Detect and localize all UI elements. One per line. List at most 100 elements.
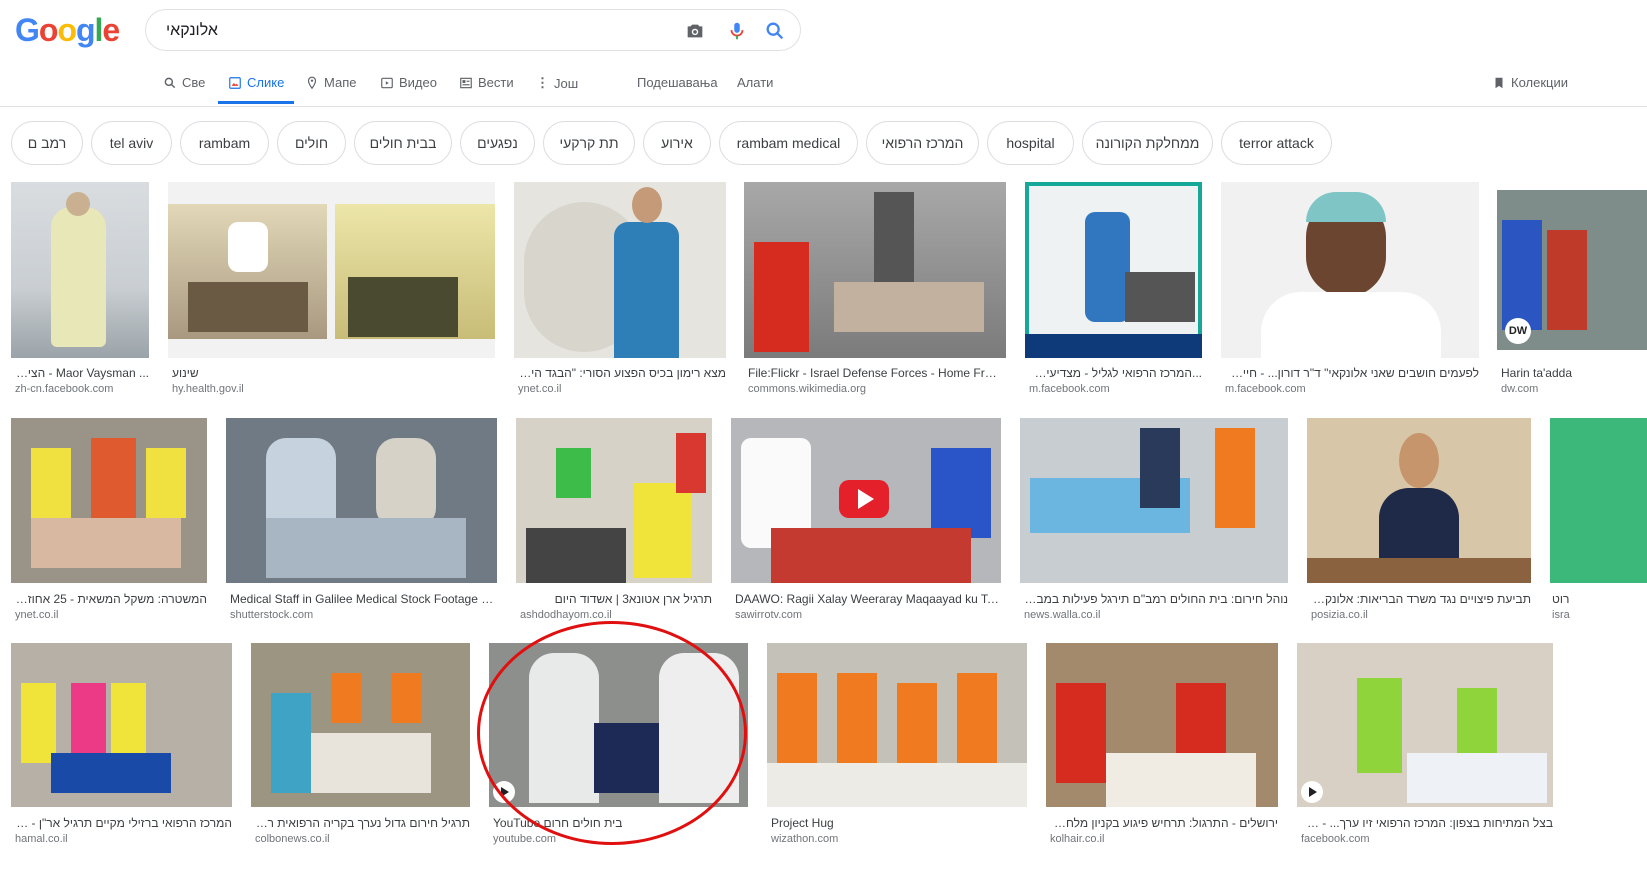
result-thumbnail[interactable] xyxy=(1307,418,1531,583)
tab-images[interactable]: Слике xyxy=(228,75,284,90)
result-caption: המשטרה: משקל המשאית - 25 אחוז מ... xyxy=(15,592,207,606)
image-result[interactable]: המרכז הרפואי ברזילי מקיים תרגיל אר"ן - ת… xyxy=(11,643,232,849)
tab-settings[interactable]: Подешавања xyxy=(637,75,718,90)
chip[interactable]: חולים xyxy=(277,121,346,165)
chip[interactable]: אירוע xyxy=(643,121,711,165)
result-source: commons.wikimedia.org xyxy=(748,383,866,395)
chip[interactable]: המרכז הרפואי xyxy=(866,121,979,165)
image-result[interactable]: בצל המתיחות בצפון: המרכז הרפואי זיו ערך.… xyxy=(1297,643,1553,849)
image-result[interactable]: Project Hug wizathon.com xyxy=(767,643,1027,849)
result-thumbnail[interactable] xyxy=(744,182,1006,358)
chip[interactable]: רמב ם xyxy=(11,121,83,165)
result-source: news.walla.co.il xyxy=(1024,609,1101,621)
image-result[interactable]: Medical Staff in Galilee Medical Stock F… xyxy=(226,418,497,624)
image-result[interactable]: תרגיל ארן אטונא3 | אשדוד היום ashdodhayo… xyxy=(516,418,712,624)
result-thumbnail[interactable] xyxy=(11,182,149,358)
tab-label: Вести xyxy=(478,75,514,90)
image-result[interactable]: ... Maor Vaysman - הציבור zh-cn.facebook… xyxy=(11,182,149,398)
result-caption: DAAWO: Ragii Xalay Weeraray Maqaayad ku … xyxy=(735,592,1001,606)
result-caption: Medical Staff in Galilee Medical Stock F… xyxy=(230,592,497,606)
image-result[interactable]: רוט isra xyxy=(1550,418,1647,624)
result-thumbnail[interactable] xyxy=(1020,418,1288,583)
result-caption: המרכז הרפואי ברזילי מקיים תרגיל אר"ן - ת… xyxy=(15,816,232,830)
tab-video[interactable]: Видео xyxy=(380,75,437,90)
tab-maps[interactable]: Мапе xyxy=(305,75,356,90)
tab-label: Слике xyxy=(247,75,285,90)
result-source: posizia.co.il xyxy=(1311,609,1368,621)
chip[interactable]: rambam medical xyxy=(719,121,858,165)
chip[interactable]: tel aviv xyxy=(91,121,172,165)
more-icon: ⋮ xyxy=(536,75,549,90)
result-thumbnail[interactable] xyxy=(767,643,1027,807)
image-icon xyxy=(229,76,241,89)
tab-label: Још xyxy=(554,75,579,91)
result-source: ashdodhayom.co.il xyxy=(520,609,612,621)
search-input[interactable] xyxy=(164,18,668,44)
chip[interactable]: נפגעים xyxy=(460,121,535,165)
tab-all[interactable]: Све xyxy=(163,75,205,90)
tab-tools[interactable]: Алати xyxy=(737,75,773,90)
google-logo[interactable]: Google xyxy=(15,12,120,49)
image-result[interactable]: DW Harin ta'adda dw.com xyxy=(1497,182,1647,398)
microphone-icon[interactable] xyxy=(726,20,748,42)
result-thumbnail[interactable] xyxy=(11,418,207,583)
bookmark-icon xyxy=(1495,77,1503,88)
search-icon[interactable] xyxy=(764,20,786,42)
chip[interactable]: תת קרקעי xyxy=(543,121,635,165)
search-box xyxy=(145,9,801,51)
result-thumbnail[interactable]: DW xyxy=(1497,190,1647,350)
image-result[interactable]: תביעת פיצויים נגד משרד הבריאות: אלונקאי … xyxy=(1307,418,1531,624)
result-source: m.facebook.com xyxy=(1029,383,1110,395)
chip[interactable]: rambam xyxy=(180,121,269,165)
chip[interactable]: hospital xyxy=(987,121,1074,165)
chip[interactable]: terror attack xyxy=(1221,121,1332,165)
result-source: ynet.co.il xyxy=(15,609,59,621)
result-thumbnail[interactable] xyxy=(514,182,726,358)
result-source: hamal.co.il xyxy=(15,833,68,845)
image-result[interactable]: DAAWO: Ragii Xalay Weeraray Maqaayad ku … xyxy=(731,418,1001,624)
result-source: ynet.co.il xyxy=(518,383,562,395)
result-caption: תביעת פיצויים נגד משרד הבריאות: אלונקאי … xyxy=(1311,592,1531,606)
tab-more[interactable]: ⋮ Још xyxy=(536,75,578,91)
image-result[interactable]: מצא רימון בכיס הפצוע הסורי: "הבגד היה כ … xyxy=(514,182,726,398)
image-result[interactable]: לפעמים חושבים שאני אלונקאי" ד"ר דורון...… xyxy=(1221,182,1479,398)
result-thumbnail[interactable] xyxy=(1221,182,1479,358)
image-result[interactable]: המשטרה: משקל המשאית - 25 אחוז מ... ynet.… xyxy=(11,418,207,624)
image-result[interactable]: ירושלים - התרגול: תרחיש פיגוע בקניון מלח… xyxy=(1046,643,1278,849)
camera-icon[interactable] xyxy=(684,20,706,42)
result-thumbnail[interactable] xyxy=(516,418,712,583)
search-icon xyxy=(164,77,176,88)
pin-icon xyxy=(307,76,317,89)
result-thumbnail[interactable] xyxy=(1297,643,1553,807)
image-result[interactable]: ...המרכז הרפואי לגליל - מצדיעים לצוו m.f… xyxy=(1025,182,1202,398)
result-caption: Harin ta'adda xyxy=(1501,366,1573,380)
result-caption: נוהל חירום: בית החולים רמב"ם תירגל פעילו… xyxy=(1024,592,1288,606)
highlight-circle-annotation xyxy=(477,621,747,845)
result-thumbnail[interactable] xyxy=(251,643,470,807)
result-thumbnail[interactable] xyxy=(1025,182,1202,358)
news-icon xyxy=(460,77,472,88)
result-source: sawirrotv.com xyxy=(735,609,803,621)
image-result[interactable]: תרגיל חירום גדול נערך בקריה הרפואית רמב.… xyxy=(251,643,470,849)
result-thumbnail[interactable] xyxy=(168,182,495,358)
image-result[interactable]: נוהל חירום: בית החולים רמב"ם תירגל פעילו… xyxy=(1020,418,1288,624)
collections-button[interactable]: Колекции xyxy=(1492,75,1568,90)
top-bar: Google Све Слике Мапе Видео Вести ⋮ Још xyxy=(0,0,1647,107)
tab-news[interactable]: Вести xyxy=(459,75,514,90)
dw-logo-icon: DW xyxy=(1505,318,1531,344)
result-caption: Project Hug xyxy=(771,816,834,830)
result-thumbnail[interactable] xyxy=(1046,643,1278,807)
result-source: facebook.com xyxy=(1301,833,1370,845)
chip[interactable]: ממחלקת הקורונה xyxy=(1082,121,1213,165)
result-thumbnail[interactable] xyxy=(1550,418,1647,583)
image-result[interactable]: שינוע hy.health.gov.il xyxy=(168,182,495,398)
video-play-icon[interactable] xyxy=(1301,781,1323,803)
result-thumbnail[interactable] xyxy=(11,643,232,807)
tab-label: Подешавања xyxy=(637,75,718,90)
image-result[interactable]: File:Flickr - Israel Defense Forces - Ho… xyxy=(744,182,1006,398)
result-thumbnail[interactable] xyxy=(226,418,497,583)
logo-letter: g xyxy=(75,12,96,48)
logo-letter: e xyxy=(102,12,120,48)
chip[interactable]: בבית חולים xyxy=(354,121,452,165)
result-thumbnail[interactable] xyxy=(731,418,1001,583)
